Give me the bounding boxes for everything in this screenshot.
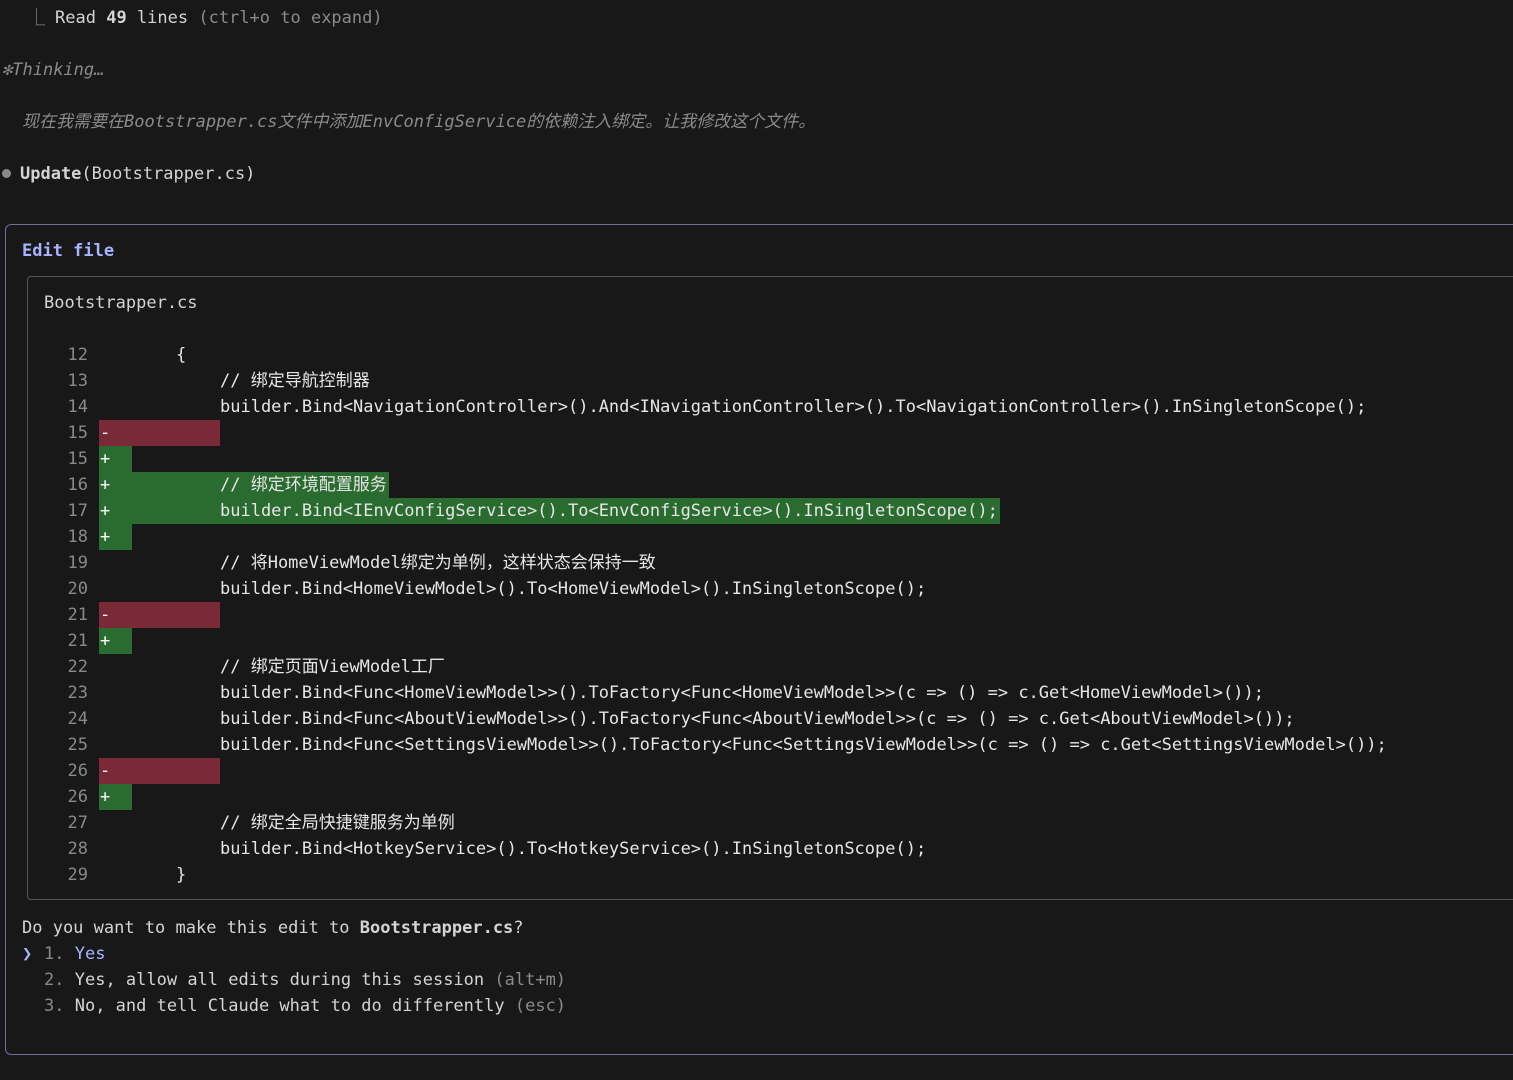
tool-argument: (Bootstrapper.cs)	[81, 164, 256, 184]
thought-text: 现在我需要在Bootstrapper.cs文件中添加EnvConfigServi…	[22, 112, 816, 132]
line-number: 15	[67, 423, 88, 443]
tool-name: Update	[20, 164, 82, 184]
plus-sign: +	[100, 527, 111, 547]
option-3[interactable]: 3. No, and tell Claude what to do differ…	[22, 993, 566, 1019]
expand-hint: (ctrl+o to expand)	[198, 8, 383, 28]
minus-sign: -	[100, 423, 111, 443]
line-number: 24	[67, 709, 88, 729]
dialog-title: Edit file	[22, 241, 115, 261]
option-shortcut-hint: (esc)	[514, 996, 567, 1016]
code-text: builder.Bind<NavigationController>().And…	[220, 397, 1367, 417]
plus-sign: +	[100, 501, 111, 521]
line-number: 13	[67, 371, 88, 391]
code-text: {	[176, 345, 187, 365]
line-number: 20	[67, 579, 88, 599]
removed-highlight	[99, 758, 220, 784]
option-label: No, and tell Claude what to do different…	[74, 996, 505, 1016]
line-number: 22	[67, 657, 88, 677]
line-number: 14	[67, 397, 88, 417]
line-number: 27	[67, 813, 88, 833]
result-corner-icon: ⎿	[28, 8, 45, 28]
plus-sign: +	[100, 475, 111, 495]
line-number: 12	[67, 345, 88, 365]
read-label: Read	[55, 8, 96, 28]
question-file: Bootstrapper.cs	[359, 918, 514, 938]
line-number: 18	[67, 527, 88, 547]
option-1[interactable]: ❯ 1. Yes	[22, 941, 105, 967]
line-number: 28	[67, 839, 88, 859]
code-text: builder.Bind<Func<HomeViewModel>>().ToFa…	[220, 683, 1264, 703]
thinking-star-icon: ✻	[2, 60, 13, 80]
bullet-icon	[2, 168, 11, 178]
line-number: 26	[67, 761, 88, 781]
diff-file-name: Bootstrapper.cs	[44, 293, 198, 313]
option-number: 3.	[44, 996, 65, 1016]
question-suffix: ?	[513, 918, 524, 938]
option-label: Yes	[74, 944, 106, 964]
plus-sign: +	[100, 787, 111, 807]
line-number: 21	[67, 605, 88, 625]
selection-caret-icon: ❯	[22, 944, 33, 964]
line-number: 21	[67, 631, 88, 651]
option-shortcut-hint: (alt+m)	[494, 970, 567, 990]
option-number: 1.	[44, 944, 65, 964]
line-number: 29	[67, 865, 88, 885]
code-text: // 绑定环境配置服务	[220, 475, 387, 495]
read-unit: lines	[136, 8, 189, 28]
code-text: builder.Bind<HomeViewModel>().To<HomeVie…	[220, 579, 927, 599]
option-label: Yes, allow all edits during this session	[74, 970, 485, 990]
thinking-label: Thinking…	[12, 60, 105, 80]
question-prefix: Do you want to make this edit to	[22, 918, 360, 938]
minus-sign: -	[100, 761, 111, 781]
line-number: 15	[67, 449, 88, 469]
tool-call-update: Update(Bootstrapper.cs)	[0, 161, 255, 187]
line-number: 17	[67, 501, 88, 521]
line-number: 16	[67, 475, 88, 495]
plus-sign: +	[100, 449, 111, 469]
plus-sign: +	[100, 631, 111, 651]
code-text: builder.Bind<IEnvConfigService>().To<Env…	[220, 501, 998, 521]
option-2[interactable]: 2. Yes, allow all edits during this sess…	[22, 967, 566, 993]
read-count: 49	[106, 8, 127, 28]
line-number: 23	[67, 683, 88, 703]
code-text: builder.Bind<Func<AboutViewModel>>().ToF…	[220, 709, 1295, 729]
confirm-question: Do you want to make this edit to Bootstr…	[22, 915, 524, 941]
removed-highlight	[99, 420, 220, 446]
thinking-indicator: ✻Thinking…	[2, 57, 104, 83]
line-number: 19	[67, 553, 88, 573]
code-text: }	[176, 865, 187, 885]
code-text: builder.Bind<HotkeyService>().To<HotkeyS…	[220, 839, 927, 859]
code-text: // 绑定全局快捷键服务为单例	[220, 813, 455, 833]
line-number: 25	[67, 735, 88, 755]
code-text: builder.Bind<Func<SettingsViewModel>>().…	[220, 735, 1387, 755]
line-number: 26	[67, 787, 88, 807]
code-text: // 绑定导航控制器	[220, 371, 370, 391]
code-text: // 将HomeViewModel绑定为单例，这样状态会保持一致	[220, 553, 656, 573]
tool-result-summary[interactable]: ⎿ Read 49 lines (ctrl+o to expand)	[28, 5, 383, 31]
option-number: 2.	[44, 970, 65, 990]
removed-highlight	[99, 602, 220, 628]
code-text: // 绑定页面ViewModel工厂	[220, 657, 445, 677]
minus-sign: -	[100, 605, 111, 625]
